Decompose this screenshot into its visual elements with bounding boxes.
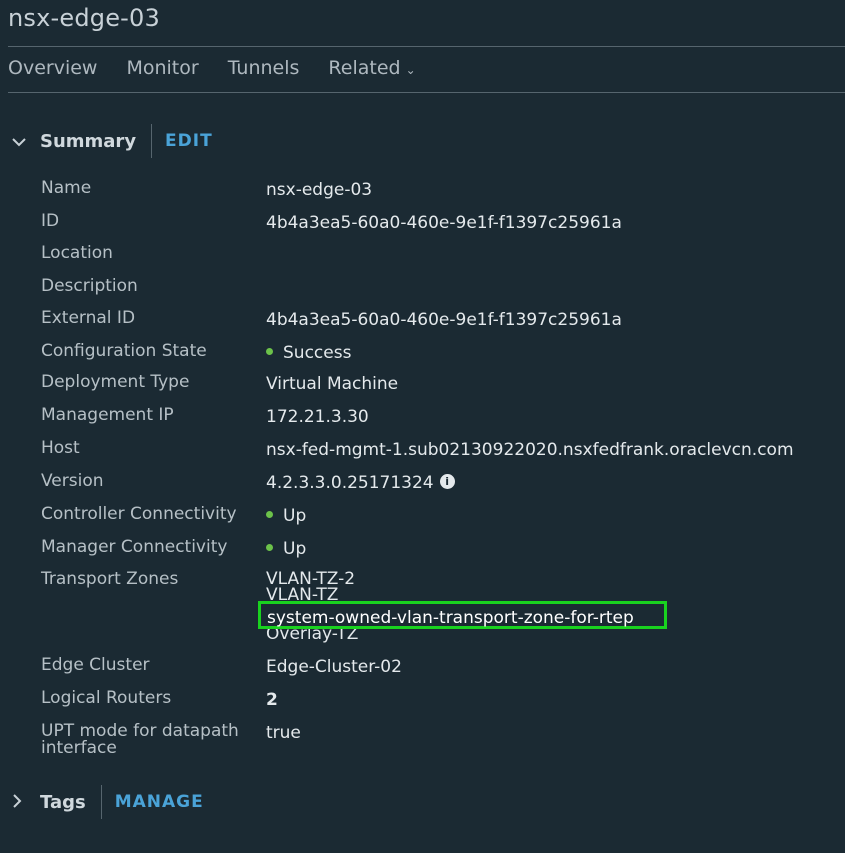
field-key: Controller Connectivity: [41, 504, 237, 524]
transport-zone-item: system-owned-vlan-transport-zone-for-rte…: [267, 608, 634, 628]
field-value: Success: [266, 343, 351, 363]
field-value: true: [266, 723, 301, 743]
version-text: 4.2.3.3.0.25171324: [266, 473, 434, 493]
field-key: Version: [41, 471, 104, 491]
edit-button[interactable]: EDIT: [165, 131, 213, 151]
logical-routers-link[interactable]: 2: [266, 690, 278, 710]
status-text: Up: [283, 539, 307, 559]
tab-monitor[interactable]: Monitor: [126, 57, 198, 79]
header-divider: [8, 46, 845, 47]
chevron-down-icon[interactable]: [12, 132, 30, 151]
field-value: nsx-fed-mgmt-1.sub02130922020.nsxfedfran…: [266, 440, 794, 460]
page-title: nsx-edge-03: [8, 4, 160, 32]
field-key: Host: [41, 438, 80, 458]
highlighted-transport-zone: system-owned-vlan-transport-zone-for-rte…: [258, 601, 667, 629]
summary-header: Summary EDIT: [12, 124, 213, 158]
field-value: Up: [266, 506, 306, 526]
field-key: External ID: [41, 308, 136, 328]
field-key: Configuration State: [41, 341, 207, 361]
tabs-divider: [8, 92, 845, 93]
field-key: Name: [41, 178, 92, 198]
tab-bar: Overview Monitor Tunnels Related ⌄: [8, 57, 445, 79]
status-dot-icon: [266, 347, 273, 355]
field-key: Manager Connectivity: [41, 537, 228, 557]
status-text: Success: [283, 343, 352, 363]
tab-label: Overview: [8, 57, 98, 79]
field-key: Deployment Type: [41, 372, 190, 392]
tab-related[interactable]: Related ⌄: [328, 57, 415, 79]
info-icon[interactable]: i: [439, 473, 455, 489]
field-key: Logical Routers: [41, 688, 172, 708]
field-key: ID: [41, 211, 60, 231]
tab-label: Tunnels: [227, 57, 300, 79]
divider: [100, 785, 102, 819]
field-key: UPT mode for datapath interface: [41, 723, 239, 757]
field-value: 4b4a3ea5-60a0-460e-9e1f-f1397c25961a: [266, 310, 622, 330]
field-value: Edge-Cluster-02: [266, 657, 402, 677]
field-key-line: interface: [41, 738, 117, 758]
summary-label: Summary: [40, 130, 137, 152]
field-key: Description: [41, 276, 138, 296]
field-key: Management IP: [41, 405, 174, 425]
field-value: Up: [266, 539, 306, 559]
tags-header: Tags MANAGE: [12, 785, 204, 819]
field-value: 4b4a3ea5-60a0-460e-9e1f-f1397c25961a: [266, 213, 622, 233]
divider: [151, 124, 153, 158]
field-value: 172.21.3.30: [266, 407, 369, 427]
chevron-right-icon[interactable]: [12, 793, 30, 812]
tab-label: Related: [328, 57, 401, 79]
field-key: Edge Cluster: [41, 655, 150, 675]
field-value: Virtual Machine: [266, 374, 399, 394]
field-value: 4.2.3.3.0.25171324 i: [266, 473, 455, 493]
status-dot-icon: [266, 543, 273, 551]
field-key: Transport Zones: [41, 569, 179, 589]
chevron-down-icon: ⌄: [405, 62, 416, 77]
field-value: nsx-edge-03: [266, 180, 373, 200]
manage-button[interactable]: MANAGE: [115, 792, 204, 812]
status-dot-icon: [266, 510, 273, 518]
tab-overview[interactable]: Overview: [8, 57, 97, 79]
tags-label: Tags: [40, 791, 86, 813]
field-key: Location: [41, 243, 113, 263]
status-text: Up: [283, 506, 307, 526]
tab-tunnels[interactable]: Tunnels: [228, 57, 300, 79]
tab-label: Monitor: [126, 57, 199, 79]
